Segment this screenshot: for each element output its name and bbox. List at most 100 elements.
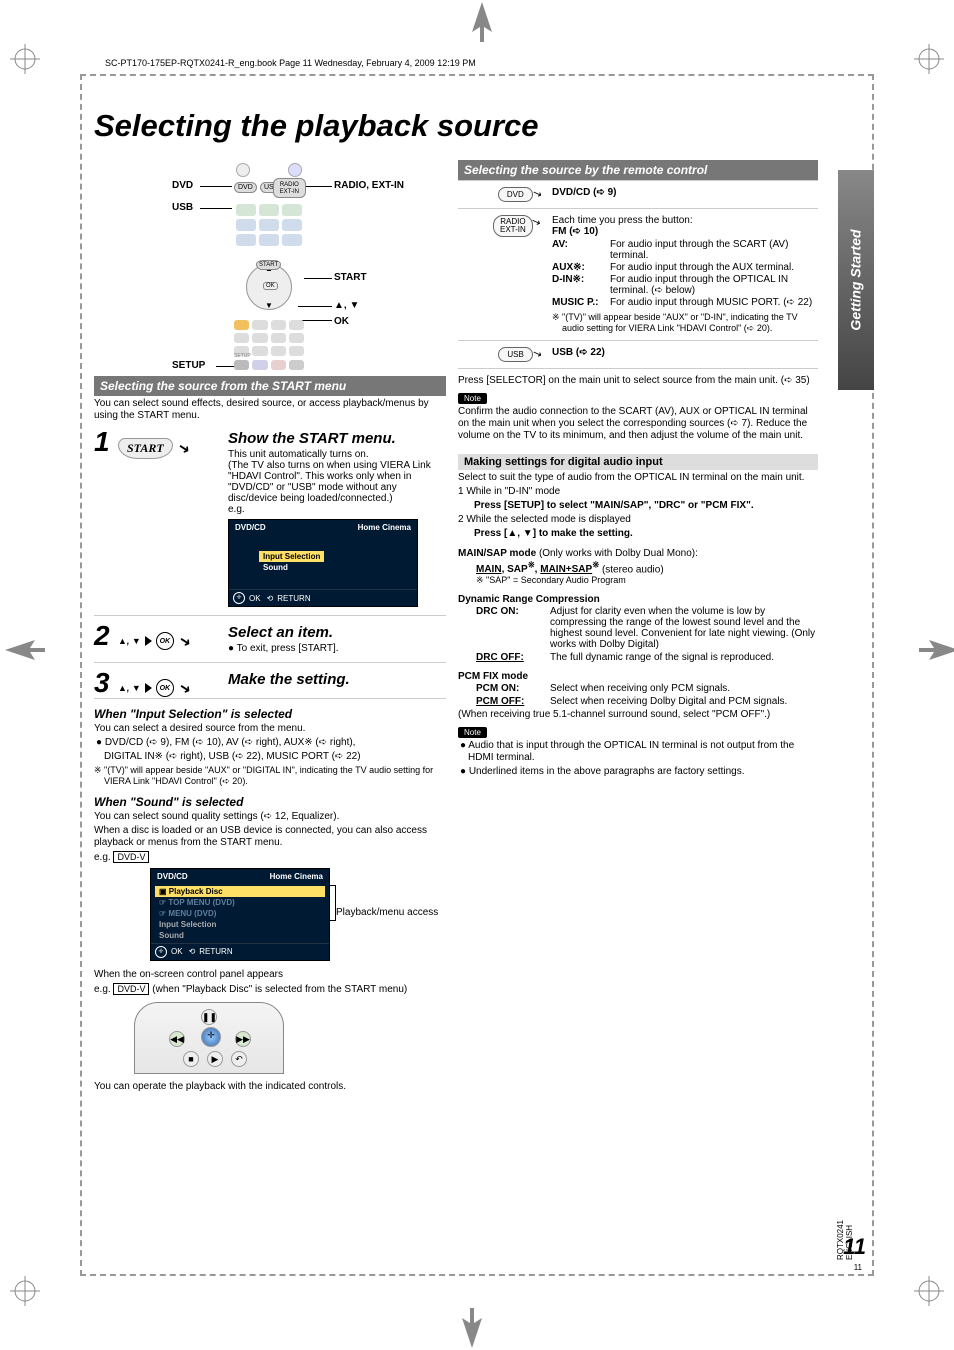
subhead-sound: When "Sound" is selected	[94, 795, 446, 809]
source-row-radio: RADIOEXT-IN↘ Each time you press the but…	[458, 209, 818, 341]
remote-label-dvd: DVD	[172, 180, 193, 191]
left-column: DVD USB SETUP RADIO, EXT-IN START ▲, ▼ O…	[94, 160, 446, 1093]
step-desc: ● To exit, press [START].	[228, 643, 446, 654]
drc-on-k: DRC ON:	[476, 606, 550, 650]
source-row-dvd: DVD↘ DVD/CD (➪ 9)	[458, 181, 818, 209]
row-lead: Each time you press the button:	[552, 215, 818, 226]
page-number: 11	[843, 1234, 866, 1260]
badge-dvd-v: DVD-V	[113, 983, 149, 996]
remote-btn-radio-extin: RADIOEXT-IN	[273, 178, 306, 198]
ok-disc-icon: ✛	[201, 1027, 221, 1047]
text: e.g. DVD-V (when "Playback Disc" is sele…	[94, 983, 446, 996]
note-bullet: ● Underlined items in the above paragrap…	[458, 766, 818, 778]
side-tab-label: Getting Started	[848, 229, 864, 330]
kv-v: For audio input through MUSIC PORT. (➪ 2…	[610, 297, 818, 308]
ms-return: RETURN	[277, 594, 310, 603]
pcm-off-k: PCM OFF:	[476, 696, 550, 707]
registration-mark	[10, 1276, 40, 1306]
step-icon: ▲, ▼OK↘	[118, 632, 190, 650]
kv-k: D-IN※:	[552, 274, 610, 296]
source-table: DVD↘ DVD/CD (➪ 9) RADIOEXT-IN↘ Each time…	[458, 180, 818, 369]
text: ● DVD/CD (➪ 9), FM (➪ 10), AV (➪ right),…	[94, 737, 446, 749]
ms-hc: Home Cinema	[270, 872, 323, 881]
crop-line	[80, 1274, 874, 1276]
drc-head: Dynamic Range Compression	[458, 594, 600, 605]
remote-label-updown: ▲, ▼	[334, 300, 359, 311]
source-row-usb: USB↘ USB (➪ 22)	[458, 341, 818, 369]
text: 1 While in "D-IN" mode	[458, 486, 818, 498]
text: Select to suit the type of audio from th…	[458, 472, 818, 484]
crop-line	[80, 74, 874, 76]
step-2: 2 ▲, ▼OK↘ Select an item. ● To exit, pre…	[94, 616, 446, 663]
pcm-head: PCM FIX mode	[458, 671, 528, 682]
left-intro: You can select sound effects, desired so…	[94, 398, 446, 422]
pointer	[304, 278, 332, 279]
pill-radio-extin: RADIOEXT-IN	[493, 215, 533, 237]
text: (When receiving true 5.1-channel surroun…	[458, 709, 818, 721]
note-body: Confirm the audio connection to the SCAR…	[458, 406, 818, 442]
kv-k: AV:	[552, 239, 610, 261]
text: When a disc is loaded or an USB device i…	[94, 825, 446, 849]
rewind-icon: ◀◀	[169, 1031, 185, 1047]
start-button-icon: START	[118, 438, 173, 459]
row-text: USB (➪ 22)	[552, 347, 605, 358]
footnote: ※ "SAP" = Secondary Audio Program	[486, 575, 818, 586]
text: e.g. DVD-V	[94, 851, 446, 864]
page-title: Selecting the playback source	[94, 108, 539, 144]
pointer	[200, 186, 232, 187]
note-bullet: ● Audio that is input through the OPTICA…	[458, 740, 818, 764]
kv-v: For audio input through the OPTICAL IN t…	[610, 274, 818, 296]
drc-off-k: DRC OFF:	[476, 652, 550, 663]
registration-mark	[462, 1318, 492, 1348]
note-badge: Note	[458, 727, 487, 738]
msap-head: MAIN/SAP mode	[458, 548, 536, 559]
step-3: 3 ▲, ▼OK↘ Make the setting.	[94, 663, 446, 699]
menu-screen-2: DVD/CDHome Cinema ▣ Playback Disc ☞ TOP …	[150, 868, 330, 961]
right-column: Selecting the source by the remote contr…	[458, 160, 818, 778]
remote-label-usb: USB	[172, 202, 193, 213]
text: You can select a desired source from the…	[94, 723, 446, 735]
ms-dvdcd: DVD/CD	[235, 523, 266, 532]
text: You can operate the playback with the in…	[94, 1081, 446, 1093]
registration-mark	[919, 640, 949, 670]
remote-btn-setup-label: SETUP	[234, 353, 251, 359]
pointer	[200, 208, 232, 209]
remote-diagram: DVD USB SETUP RADIO, EXT-IN START ▲, ▼ O…	[94, 160, 446, 376]
ok-ring-icon: ✛	[233, 592, 245, 604]
pill-dvd: DVD	[498, 187, 533, 202]
control-panel: ❚❚ ◀◀ ✛ ▶▶ ■ ▶ ↶	[134, 1002, 284, 1074]
remote-btn-start: START	[256, 260, 281, 270]
kv-v: For audio input through the AUX terminal…	[610, 262, 818, 273]
header-info: SC-PT170-175EP-RQTX0241-R_eng.book Page …	[105, 58, 476, 68]
remote-label-start: START	[334, 272, 367, 283]
registration-mark	[914, 1276, 944, 1306]
step-number: 1	[94, 426, 110, 458]
row-text: DVD/CD (➪ 9)	[552, 187, 617, 198]
note-badge: Note	[458, 393, 487, 404]
subhead-input-selection: When "Input Selection" is selected	[94, 707, 446, 721]
registration-mark	[462, 2, 492, 32]
step-title: Show the START menu.	[228, 430, 446, 447]
ms-row: ☞ MENU (DVD)	[155, 908, 325, 919]
grey-subhead: Making settings for digital audio input	[458, 454, 818, 470]
text: Press [SETUP] to select "MAIN/SAP", "DRC…	[474, 500, 754, 511]
right-section-bar: Selecting the source by the remote contr…	[458, 160, 818, 180]
remote-btn-dvd: DVD	[234, 182, 257, 193]
registration-mark	[5, 640, 35, 670]
step-1: 1 START↘ Show the START menu. This unit …	[94, 422, 446, 616]
pcm-on-v: Select when receiving only PCM signals.	[550, 683, 818, 694]
step-title: Make the setting.	[228, 671, 446, 688]
drc-on-v: Adjust for clarity even when the volume …	[550, 606, 818, 650]
ms-row: Sound	[155, 930, 325, 941]
remote-body: DVD USB RADIOEXT-IN ▲ ▼ OK START SE	[230, 160, 308, 376]
ms-hc: Home Cinema	[358, 523, 411, 532]
pointer	[306, 186, 332, 187]
remote-label-setup: SETUP	[172, 360, 205, 371]
page-number-small: 11	[854, 1263, 862, 1272]
remote-label-ok: OK	[334, 316, 349, 327]
text: Press [▲, ▼] to make the setting.	[474, 528, 633, 539]
pcm-on-k: PCM ON:	[476, 683, 550, 694]
footnote: ※ "(TV)" will appear beside "AUX" or "DI…	[104, 765, 446, 787]
footnote: ※ "(TV)" will appear beside "AUX" or "D-…	[562, 312, 818, 334]
step-number: 3	[94, 667, 110, 699]
